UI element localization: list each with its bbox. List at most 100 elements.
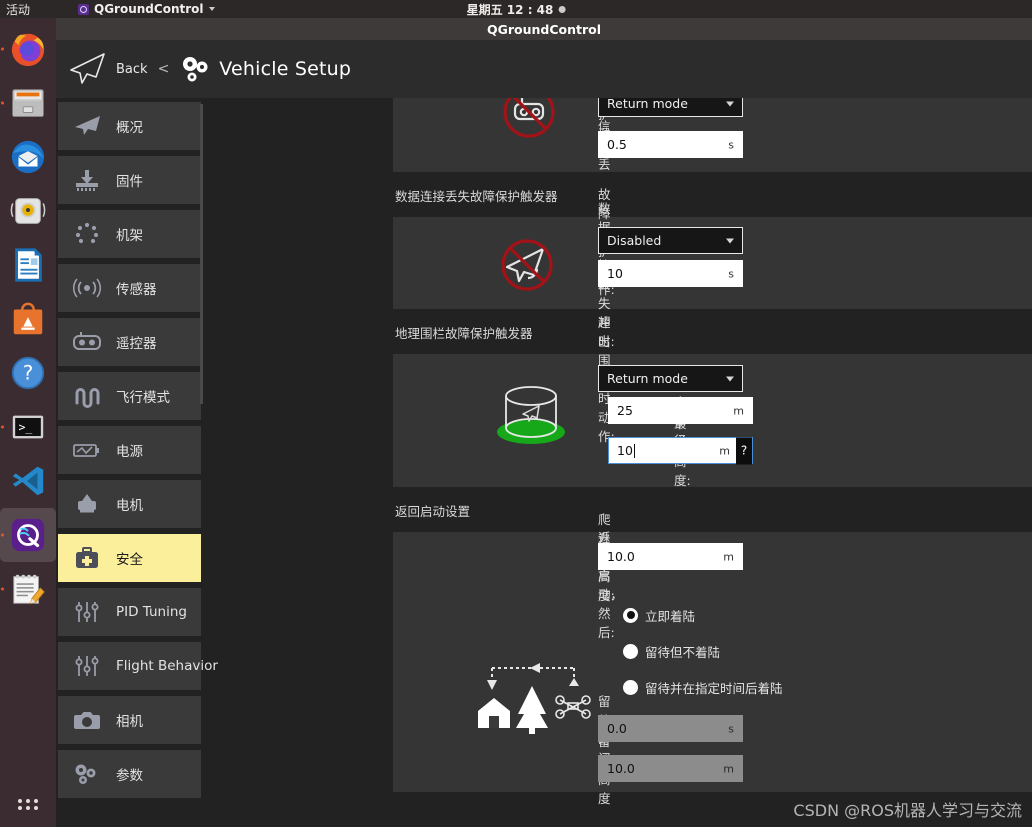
- datalink-timeout-input[interactable]: 10 s: [598, 260, 743, 287]
- return-climb-altitude-input[interactable]: 10.0 m: [598, 543, 743, 570]
- setup-body: 概况 固件 机架 传感器 遥控器 飞行模式 电源 电机 安全 PID Tunin…: [56, 98, 1032, 827]
- sidebar-scrollbar[interactable]: [200, 104, 203, 404]
- rhythmbox-icon: [10, 198, 46, 224]
- geofence-breach-action-value: Return mode: [607, 371, 688, 386]
- rc-failsafe-action-select[interactable]: Return mode: [598, 98, 743, 117]
- sidebar-item-pid-tuning[interactable]: PID Tuning: [58, 588, 201, 636]
- return-loiter-altitude-input[interactable]: 10.0 m: [598, 755, 743, 782]
- datalink-failsafe-action-value: Disabled: [607, 233, 662, 248]
- gnome-top-bar: 活动 QGroundControl 星期五 12 : 48: [0, 0, 1032, 18]
- datalink-timeout-value: 10: [607, 266, 623, 281]
- rc-timeout-input[interactable]: 0.5 s: [598, 131, 743, 158]
- running-indicator-icon: [1, 425, 4, 429]
- sidebar-item-safety[interactable]: 安全: [58, 534, 201, 582]
- radio-icon: [623, 607, 638, 623]
- return-loiter-time-value: 0.0: [607, 721, 627, 736]
- dock-item-help[interactable]: ?: [0, 346, 56, 400]
- dock-item-rhythmbox[interactable]: [0, 184, 56, 238]
- datalink-failsafe-action-select[interactable]: Disabled: [598, 227, 743, 254]
- activities-button[interactable]: 活动: [6, 1, 30, 18]
- return-option-label: 留待但不着陆: [645, 644, 721, 660]
- sidebar-item-power[interactable]: 电源: [58, 426, 201, 474]
- help-badge-icon[interactable]: ?: [736, 437, 752, 464]
- geofence-max-radius-input[interactable]: 25 m: [608, 397, 753, 424]
- return-loiter-altitude-value: 10.0: [607, 761, 635, 776]
- clock-label: 星期五 12 : 48: [466, 2, 554, 17]
- dock-item-firefox[interactable]: [0, 22, 56, 76]
- running-indicator-icon: [1, 587, 4, 591]
- clock-button[interactable]: 星期五 12 : 48: [467, 0, 566, 18]
- watermark: CSDN @ROS机器人学习与交流: [793, 801, 1022, 820]
- geofence-max-altitude-value: 10: [617, 443, 633, 458]
- datalink-panel: 故障保护动作: Disabled 数据连接丢失超时: 10 s: [393, 187, 1032, 349]
- dock-item-thunderbird[interactable]: [0, 130, 56, 184]
- return-option-label: 留待并在指定时间后着陆: [645, 680, 783, 696]
- plane-back-icon[interactable]: [66, 52, 108, 86]
- power-icon: [70, 436, 104, 464]
- back-button[interactable]: Back: [116, 62, 148, 77]
- geofence-max-radius-unit: m: [733, 404, 744, 417]
- return-loiter-time-input[interactable]: 0.0 s: [598, 715, 743, 742]
- rc-failsafe-action-value: Return mode: [607, 98, 688, 111]
- sidebar-item-label: 参数: [116, 768, 143, 784]
- geofence-breach-action-select[interactable]: Return mode: [598, 365, 743, 392]
- sidebar-item-camera[interactable]: 相机: [58, 696, 201, 744]
- running-indicator-icon: [1, 533, 4, 537]
- dock-item-text-editor[interactable]: [0, 562, 56, 616]
- show-applications-button[interactable]: [0, 787, 56, 821]
- qgroundcontrol-window: QGroundControl Back < Vehicle Setup 概况 固…: [56, 18, 1032, 827]
- geofence-panel: 冲出围栏时动作: Return mode 最大半径: 25: [393, 315, 1032, 488]
- radio-icon: [623, 679, 638, 695]
- page-title: Vehicle Setup: [219, 58, 352, 80]
- airframe-icon: [70, 220, 104, 248]
- sidebar-item-sensors[interactable]: 传感器: [58, 264, 201, 312]
- chevron-down-icon: [726, 101, 734, 106]
- motors-icon: [70, 490, 104, 518]
- app-toolbar: Back < Vehicle Setup: [56, 40, 1032, 98]
- flightmodes-icon: [70, 382, 104, 410]
- sidebar-item-flight-behavior[interactable]: Flight Behavior: [58, 642, 218, 690]
- app-menu-label: QGroundControl: [94, 2, 204, 16]
- rc-timeout-value: 0.5: [607, 137, 627, 152]
- sidebar-item-flight-modes[interactable]: 飞行模式: [58, 372, 201, 420]
- dock-item-terminal[interactable]: >_: [0, 400, 56, 454]
- text-caret: [633, 443, 635, 458]
- firmware-icon: [70, 166, 104, 194]
- dock-item-files[interactable]: [0, 76, 56, 130]
- help-icon: ?: [11, 356, 45, 390]
- files-icon: [12, 89, 44, 117]
- return-home-icon: [478, 663, 591, 734]
- return-panel: 爬升至高度: 10.0 m 返回启动，然后: 立即着陆: [393, 512, 1032, 806]
- sidebar-item-motors[interactable]: 电机: [58, 480, 201, 528]
- sidebar-item-label: 飞行模式: [116, 390, 170, 406]
- sidebar-item-label: Flight Behavior: [116, 658, 218, 674]
- sidebar-item-radio[interactable]: 遥控器: [58, 318, 201, 366]
- chevron-down-icon: [208, 7, 215, 11]
- safety-settings-scroll: 故障保护动作: Return mode 遥控器信号丢失超时: 0.5 s: [393, 98, 1032, 827]
- datalink-timeout-unit: s: [728, 267, 734, 280]
- geofence-max-altitude-input[interactable]: 10 m ?: [608, 437, 753, 464]
- spacer-column: [203, 98, 393, 827]
- sidebar-item-parameters[interactable]: 参数: [58, 750, 201, 798]
- dock-item-ubuntu-software[interactable]: [0, 292, 56, 346]
- dock-item-libreoffice-writer[interactable]: [0, 238, 56, 292]
- sidebar-item-label: 概况: [116, 120, 143, 136]
- ubuntu-dock: ? >_: [0, 18, 56, 827]
- return-loiter-altitude-unit: m: [723, 762, 734, 775]
- qgroundcontrol-icon: [11, 518, 45, 552]
- return-option-label: 立即着陆: [645, 608, 696, 624]
- geofence-max-radius-value: 25: [617, 403, 633, 418]
- dock-item-qgroundcontrol[interactable]: [0, 508, 56, 562]
- ubuntu-software-icon: [13, 302, 43, 335]
- radio-icon: [623, 643, 638, 659]
- sidebar-item-label: 传感器: [116, 282, 157, 298]
- app-menu[interactable]: QGroundControl: [78, 0, 215, 18]
- sidebar-item-firmware[interactable]: 固件: [58, 156, 201, 204]
- sidebar-item-summary[interactable]: 概况: [58, 102, 201, 150]
- sidebar-item-airframe[interactable]: 机架: [58, 210, 201, 258]
- grid-dots-icon: [16, 797, 40, 811]
- window-titlebar: QGroundControl: [56, 18, 1032, 40]
- rc-loss-panel: 故障保护动作: Return mode 遥控器信号丢失超时: 0.5 s: [393, 98, 1032, 172]
- sidebar-item-label: 遥控器: [116, 336, 157, 352]
- dock-item-vscode[interactable]: [0, 454, 56, 508]
